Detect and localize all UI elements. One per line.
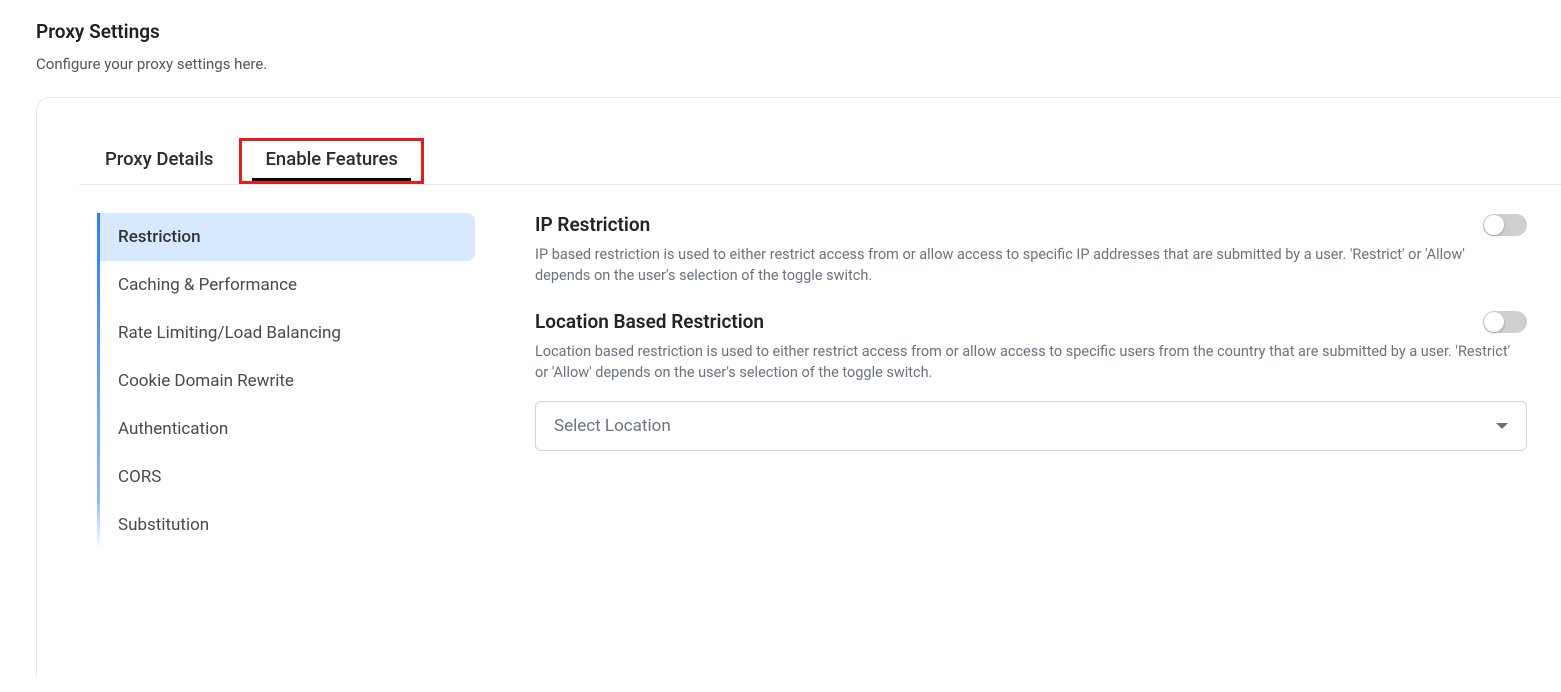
page-subtitle: Configure your proxy settings here. [36,55,1525,73]
ip-restriction-toggle[interactable] [1483,214,1527,236]
tab-bar: Proxy Details Enable Features [79,138,1561,185]
feature-location-restriction: Location Based Restriction Location base… [535,310,1527,451]
sidebar-item-caching-performance[interactable]: Caching & Performance [100,261,475,309]
location-restriction-description: Location based restriction is used to ei… [535,341,1515,383]
ip-restriction-title: IP Restriction [535,213,650,236]
page-title: Proxy Settings [36,20,1525,43]
location-restriction-toggle[interactable] [1483,311,1527,333]
feature-content: IP Restriction IP based restriction is u… [475,213,1561,549]
tab-proxy-details[interactable]: Proxy Details [79,138,239,184]
toggle-knob-icon [1484,215,1504,235]
select-location-dropdown[interactable]: Select Location [535,401,1527,451]
select-location-placeholder: Select Location [554,416,671,436]
sidebar-item-cookie-domain-rewrite[interactable]: Cookie Domain Rewrite [100,357,475,405]
sidebar-item-substitution[interactable]: Substitution [100,501,475,549]
toggle-knob-icon [1484,312,1504,332]
sidebar-item-rate-limiting-load-balancing[interactable]: Rate Limiting/Load Balancing [100,309,475,357]
ip-restriction-description: IP based restriction is used to either r… [535,244,1515,286]
location-restriction-title: Location Based Restriction [535,310,764,333]
chevron-down-icon [1496,423,1508,429]
tab-enable-features[interactable]: Enable Features [239,138,423,184]
feature-ip-restriction: IP Restriction IP based restriction is u… [535,213,1527,286]
settings-panel: Proxy Details Enable Features Restrictio… [36,97,1561,677]
sidebar-item-authentication[interactable]: Authentication [100,405,475,453]
sidebar-item-restriction[interactable]: Restriction [100,213,475,261]
sidebar-item-cors[interactable]: CORS [100,453,475,501]
features-sidebar: Restriction Caching & Performance Rate L… [97,213,475,549]
